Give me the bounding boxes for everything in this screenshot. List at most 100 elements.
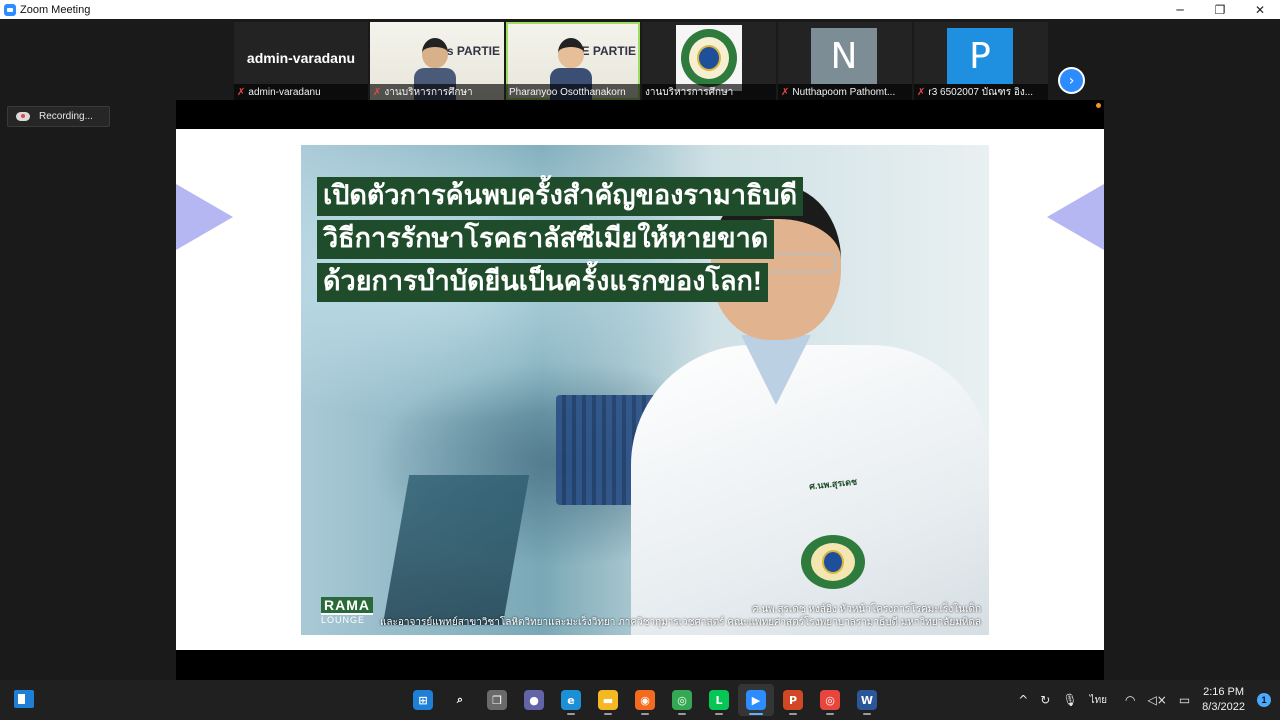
cloud-record-icon xyxy=(16,112,30,121)
taskbar-zoom-button[interactable]: ▶ xyxy=(738,684,774,716)
teams-chat-icon: ● xyxy=(524,690,544,710)
taskbar-word-button[interactable]: W xyxy=(849,684,885,716)
running-indicator xyxy=(789,713,797,715)
sync-icon[interactable]: ↻ xyxy=(1040,693,1050,707)
caption-line: และอาจารย์แพทย์สาขาวิชาโลหิตวิทยาและมะเร… xyxy=(379,617,981,628)
taskbar-powerpoint-button[interactable]: P xyxy=(775,684,811,716)
presentation-slide: ศ.นพ.สุรเดช เปิดตัวการค้นพบครั้งสำคัญของ… xyxy=(176,129,1104,650)
participant-strip: admin-varadanu ✗ admin-varadanu 's PARTI… xyxy=(234,22,1092,100)
edge-icon: e xyxy=(561,690,581,710)
participant-tile[interactable]: งานบริหารการศึกษา xyxy=(642,22,776,100)
participant-tile-active-speaker[interactable]: DE PARTIE Pharanyoo Osotthanakorn xyxy=(506,22,640,100)
taskbar-chrome-button[interactable]: ◎ xyxy=(812,684,848,716)
running-indicator xyxy=(641,713,649,715)
taskbar-edge-button[interactable]: e xyxy=(553,684,589,716)
search-icon: ⌕ xyxy=(456,693,464,706)
participant-namebar: ✗ Nutthapoom Pathomt... xyxy=(778,84,912,100)
taskbar-line-button[interactable]: L xyxy=(701,684,737,716)
widgets-icon[interactable] xyxy=(14,690,34,708)
notification-badge[interactable]: 1 xyxy=(1257,693,1271,707)
participant-avatar: N xyxy=(811,28,877,84)
participant-namebar: Pharanyoo Osotthanakorn xyxy=(506,84,640,100)
clock-date: 8/3/2022 xyxy=(1202,701,1245,713)
volume-muted-icon[interactable]: ◁× xyxy=(1148,693,1167,707)
mic-muted-icon: ✗ xyxy=(917,86,926,98)
taskbar-chrome-profile-button[interactable]: ◎ xyxy=(664,684,700,716)
decorative-triangle-right xyxy=(1047,184,1104,250)
brand-top: RAMA xyxy=(321,597,373,615)
mahidol-logo xyxy=(676,25,742,91)
recording-indicator[interactable]: Recording... xyxy=(7,106,110,127)
participant-tile[interactable]: N ✗ Nutthapoom Pathomt... xyxy=(778,22,912,100)
university-seal-icon xyxy=(681,29,737,87)
zoom-icon: ▶ xyxy=(746,690,766,710)
participant-namebar: ✗ งานบริหารการศึกษา xyxy=(370,84,504,100)
windows-start-icon: ⊞ xyxy=(413,690,433,710)
close-button[interactable]: ✕ xyxy=(1240,0,1280,19)
caption-line: ศ.นพ.สุรเดช หงส์อิง หัวหน้าโครงการโรคมะเ… xyxy=(752,604,981,615)
running-indicator xyxy=(678,713,686,715)
participant-display-name: admin-varadanu xyxy=(246,50,356,66)
zoom-app-icon xyxy=(4,3,16,16)
clock[interactable]: 2:16 PM 8/3/2022 xyxy=(1202,685,1245,715)
word-icon: W xyxy=(857,690,877,710)
headline-line: เปิดตัวการค้นพบครั้งสำคัญของรามาธิบดี xyxy=(317,177,804,216)
file-explorer-icon: ▬ xyxy=(598,690,618,710)
clock-time: 2:16 PM xyxy=(1203,686,1245,698)
task-view-icon: ❐ xyxy=(487,690,507,710)
taskbar-task-view-button[interactable]: ❐ xyxy=(479,684,515,716)
next-page-arrow-icon[interactable]: › xyxy=(1058,67,1085,94)
line-icon: L xyxy=(709,690,729,710)
chrome-profile-icon: ◎ xyxy=(672,690,692,710)
running-indicator xyxy=(863,713,871,715)
taskbar-search-button[interactable]: ⌕ xyxy=(442,684,478,716)
taskbar-windows-start-button[interactable]: ⊞ xyxy=(405,684,441,716)
tray-chevron-icon[interactable]: ^ xyxy=(1018,693,1028,707)
participant-avatar: P xyxy=(947,28,1013,84)
minimize-button[interactable]: ─ xyxy=(1160,0,1200,19)
recording-label: Recording... xyxy=(39,111,93,122)
powerpoint-icon: P xyxy=(783,690,803,710)
participant-tile[interactable]: 's PARTIE ✗ งานบริหารการศึกษา xyxy=(370,22,504,100)
running-indicator xyxy=(749,713,763,715)
window-controls: ─ ❐ ✕ xyxy=(1160,0,1280,19)
shared-screen: ศ.นพ.สุรเดช เปิดตัวการค้นพบครั้งสำคัญของ… xyxy=(176,100,1104,680)
restore-button[interactable]: ❐ xyxy=(1200,0,1240,19)
wifi-icon[interactable]: ◠ xyxy=(1125,693,1135,707)
participant-tile[interactable]: admin-varadanu ✗ admin-varadanu xyxy=(234,22,368,100)
chrome-icon: ◎ xyxy=(820,690,840,710)
microphone-icon[interactable]: 🎙 xyxy=(1062,693,1077,707)
system-tray: ^ ↻ 🎙 ไทย ◠ ◁× ▭ 2:16 PM 8/3/2022 1 xyxy=(1018,680,1280,720)
running-indicator xyxy=(604,713,612,715)
mic-muted-icon: ✗ xyxy=(373,86,382,98)
meeting-area: admin-varadanu ✗ admin-varadanu 's PARTI… xyxy=(0,19,1280,680)
brand-bottom: LOUNGE xyxy=(321,615,366,625)
participant-namebar: ✗ admin-varadanu xyxy=(234,84,368,100)
mic-muted-icon: ✗ xyxy=(781,86,790,98)
slide-photo: ศ.นพ.สุรเดช เปิดตัวการค้นพบครั้งสำคัญของ… xyxy=(301,145,989,635)
rama-lounge-logo: RAMA LOUNGE xyxy=(321,597,373,625)
language-indicator[interactable]: ไทย xyxy=(1090,693,1107,708)
participant-name: งานบริหารการศึกษา xyxy=(384,86,473,98)
taskbar-apps: ⊞ ⌕ ❐ ● e ▬ ◉ ◎ L ▶ P ◎ W xyxy=(405,684,886,716)
participant-name: งานบริหารการศึกษา xyxy=(645,86,734,98)
decorative-triangle-left xyxy=(176,184,233,250)
ramathibodi-seal-icon xyxy=(801,535,865,589)
running-indicator xyxy=(715,713,723,715)
participant-tile[interactable]: P ✗ r3 6502007 บัณฑร อิง... xyxy=(914,22,1048,100)
taskbar-firefox-button[interactable]: ◉ xyxy=(627,684,663,716)
firefox-icon: ◉ xyxy=(635,690,655,710)
participant-name: admin-varadanu xyxy=(248,86,321,98)
participant-namebar: ✗ r3 6502007 บัณฑร อิง... xyxy=(914,84,1048,100)
status-dot-icon xyxy=(1096,103,1101,108)
mic-muted-icon: ✗ xyxy=(237,86,246,98)
slide-headline: เปิดตัวการค้นพบครั้งสำคัญของรามาธิบดี วิ… xyxy=(317,177,804,306)
taskbar-teams-chat-button[interactable]: ● xyxy=(516,684,552,716)
participant-namebar: งานบริหารการศึกษา xyxy=(642,84,776,100)
title-bar: Zoom Meeting ─ ❐ ✕ xyxy=(0,0,1280,19)
battery-icon[interactable]: ▭ xyxy=(1179,693,1190,707)
taskbar-file-explorer-button[interactable]: ▬ xyxy=(590,684,626,716)
window-title: Zoom Meeting xyxy=(20,3,91,16)
headline-line: ด้วยการบำบัดยีนเป็นครั้งแรกของโลก! xyxy=(317,263,768,302)
participant-name: Pharanyoo Osotthanakorn xyxy=(509,86,626,98)
